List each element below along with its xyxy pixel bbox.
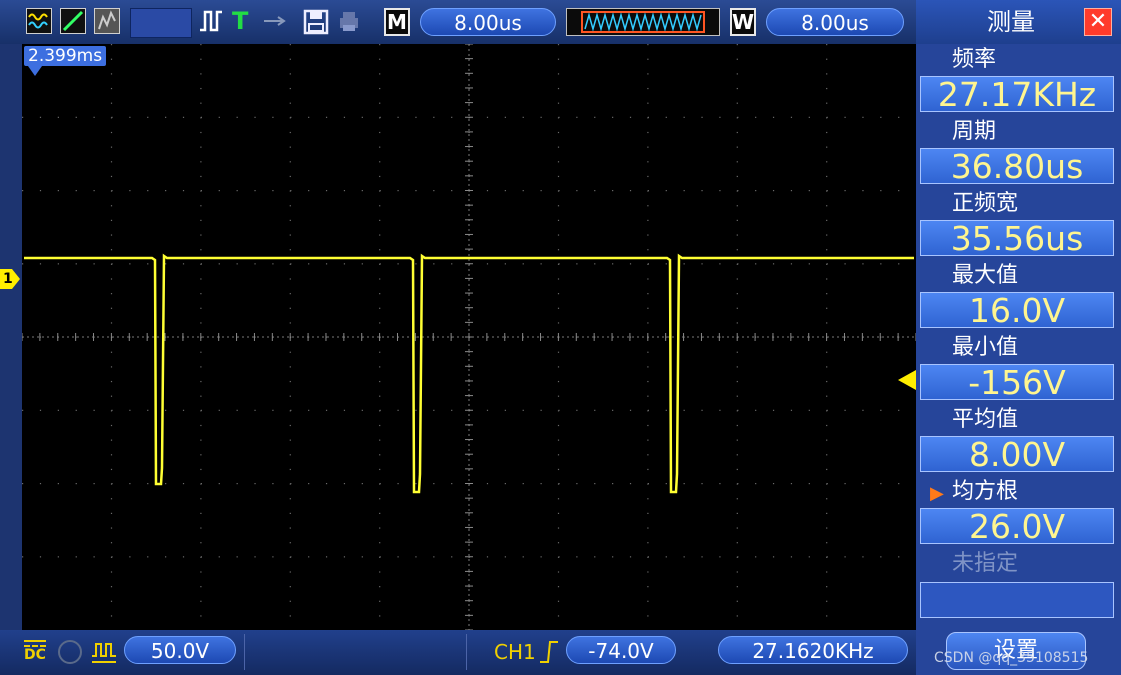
trigger-channel-label: CH1	[494, 640, 536, 664]
save-icon[interactable]	[302, 8, 329, 35]
measure-value[interactable]: 35.56us	[920, 220, 1114, 257]
measure-value-unassigned[interactable]	[920, 582, 1114, 618]
divider	[466, 634, 467, 670]
main-timebase-value[interactable]: 8.00us	[420, 8, 556, 36]
usb-icon	[262, 8, 288, 34]
channel1-marker-label: 1	[3, 271, 13, 287]
rising-edge-icon[interactable]	[538, 638, 560, 666]
pulse-icon[interactable]	[90, 638, 118, 666]
window-timebase-badge: W	[730, 8, 756, 36]
waveform-display-icon[interactable]	[26, 8, 52, 34]
volts-per-div-value[interactable]: 50.0V	[124, 636, 236, 664]
measure-value[interactable]: -156V	[920, 364, 1114, 401]
coupling-label: DC	[24, 647, 46, 663]
measure-value-selected[interactable]: 26.0V	[920, 508, 1114, 545]
measure-label-unassigned: 未指定	[952, 551, 1019, 576]
line-mode-icon[interactable]	[60, 8, 86, 34]
waveform-screen[interactable]	[22, 44, 916, 630]
measure-label: 正频宽	[952, 191, 1019, 216]
bandwidth-limit-icon[interactable]	[58, 640, 82, 664]
left-marker-strip: 1	[0, 44, 22, 630]
window-waveform-preview[interactable]	[566, 8, 720, 36]
watermark: CSDN @qq_35108515	[934, 650, 1089, 666]
measure-value[interactable]: 27.17KHz	[920, 76, 1114, 113]
measure-label-selected: 均方根	[952, 479, 1019, 504]
measure-label: 频率	[952, 47, 997, 72]
trigger-level-value[interactable]: -74.0V	[566, 636, 676, 664]
persistence-icon[interactable]	[94, 8, 120, 34]
measure-label: 最大值	[952, 263, 1019, 288]
measure-value[interactable]: 8.00V	[920, 436, 1114, 473]
bottom-status-bar: DC 50.0V CH1 -74.0V 27.1620KHz	[0, 630, 916, 675]
status-blank-box	[130, 8, 192, 38]
time-marker-value: 2.399ms	[28, 46, 103, 66]
close-button[interactable]: ✕	[1084, 8, 1112, 36]
measure-label: 平均值	[952, 407, 1019, 432]
oscilloscope-app: T M 8.00us W 8.00us 1 2.399ms DC 50.0V C…	[0, 0, 1121, 675]
print-icon[interactable]	[336, 8, 362, 34]
dc-coupling-icon[interactable]: DC	[24, 636, 50, 668]
measure-panel-title: 测量	[987, 8, 1035, 36]
channel1-trace	[24, 253, 914, 494]
measure-value[interactable]: 36.80us	[920, 148, 1114, 185]
measure-label: 最小值	[952, 335, 1019, 360]
time-marker-arrow	[28, 66, 42, 76]
trigger-level-arrow[interactable]	[896, 370, 916, 390]
measure-value[interactable]: 16.0V	[920, 292, 1114, 329]
measure-label: 周期	[952, 119, 997, 144]
channel1-marker[interactable]: 1	[0, 269, 20, 289]
trigger-status: T	[232, 7, 249, 35]
window-timebase-value[interactable]: 8.00us	[766, 8, 904, 36]
measure-panel-header: 测量 ✕	[916, 0, 1121, 44]
divider	[244, 634, 245, 670]
measure-panel: 测量 ✕ 频率 27.17KHz 周期 36.80us 正频宽 35.56us …	[916, 0, 1121, 675]
selected-measure-arrow: ▶	[930, 483, 944, 504]
pulse-trigger-icon[interactable]	[198, 8, 224, 34]
top-toolbar: T M 8.00us W 8.00us	[0, 0, 916, 45]
time-marker[interactable]: 2.399ms	[24, 46, 107, 66]
main-timebase-badge: M	[384, 8, 410, 36]
frequency-counter[interactable]: 27.1620KHz	[718, 636, 908, 664]
